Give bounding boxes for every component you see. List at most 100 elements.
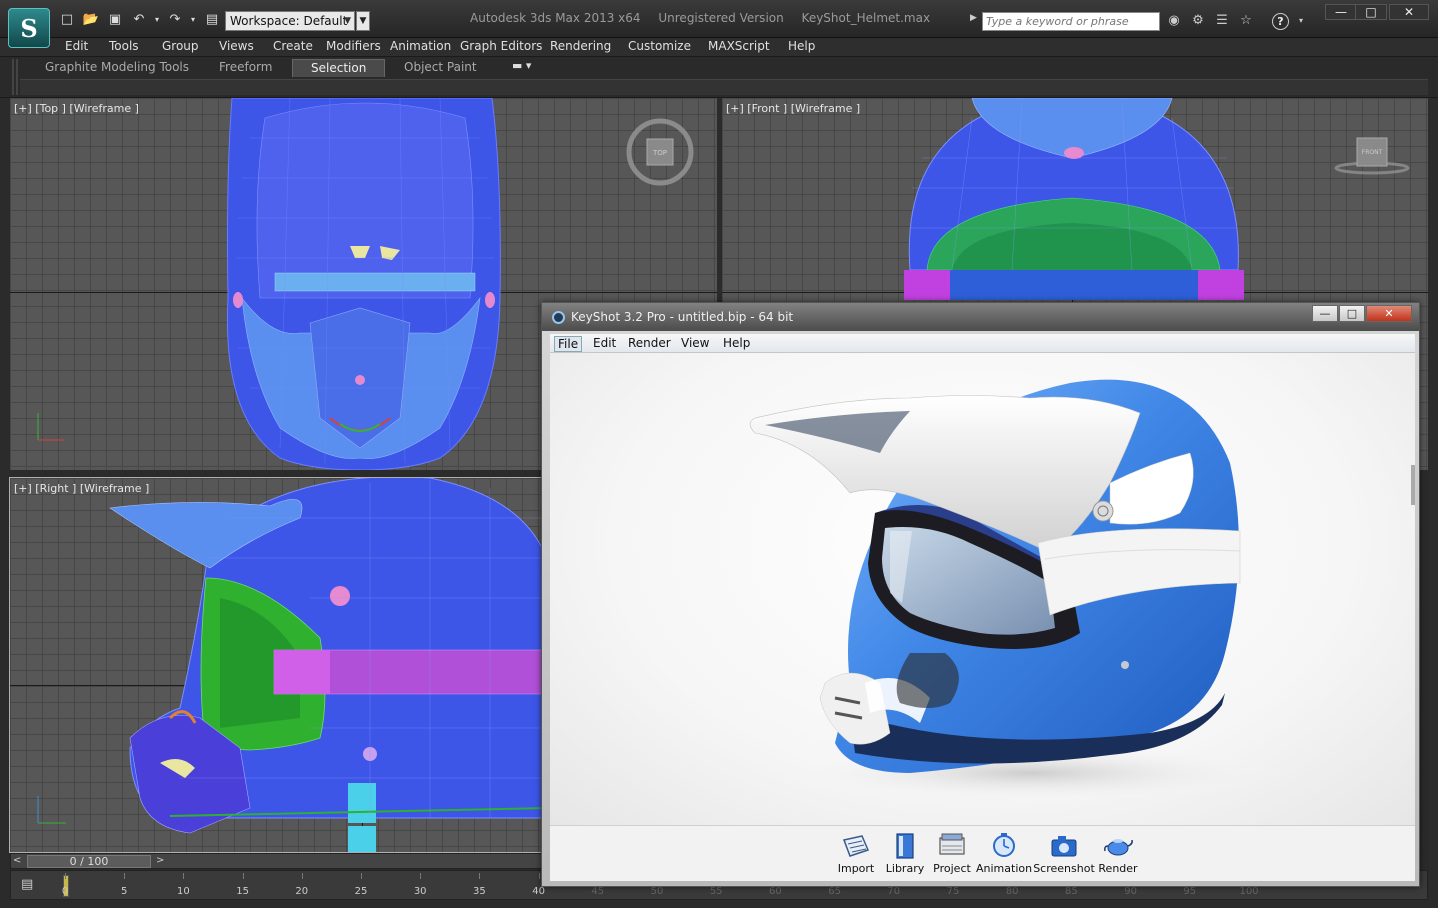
keyshot-menu-render[interactable]: Render bbox=[625, 336, 674, 350]
keyshot-scrollbar[interactable] bbox=[1411, 465, 1415, 505]
track-tick-mark bbox=[420, 873, 422, 879]
keyshot-maximize-button[interactable]: □ bbox=[1339, 305, 1365, 322]
3ds-max-window: S □ 📂 ▣ ↶ ▾ ↷ ▾ ▤ Workspace: Default ▼ ▼… bbox=[0, 0, 1438, 908]
tab-selection[interactable]: Selection bbox=[292, 59, 386, 77]
track-tick-label: 85 bbox=[1065, 886, 1078, 897]
binoculars-icon[interactable]: ◉ bbox=[1165, 12, 1183, 30]
undo-dropdown-icon[interactable]: ▾ bbox=[148, 11, 166, 29]
keyshot-menu-view[interactable]: View bbox=[678, 336, 712, 350]
track-tick-label: 45 bbox=[591, 886, 605, 897]
tab-freeform[interactable]: Freeform bbox=[201, 59, 290, 77]
render-label: Render bbox=[1098, 862, 1138, 875]
communication-center-icon[interactable]: ☰ bbox=[1213, 12, 1231, 30]
viewport-right-label[interactable]: [+] [Right ] [Wireframe ] bbox=[14, 482, 149, 495]
viewcube-top-label: TOP bbox=[652, 149, 667, 157]
keyshot-close-button[interactable]: ✕ bbox=[1366, 305, 1412, 322]
new-icon[interactable]: □ bbox=[58, 11, 76, 29]
redo-icon[interactable]: ↷ bbox=[166, 11, 184, 29]
tab-object-paint[interactable]: Object Paint bbox=[386, 59, 495, 77]
title-app: Autodesk 3ds Max 2013 x64 bbox=[470, 11, 641, 25]
tab-graphite-modeling-tools[interactable]: Graphite Modeling Tools bbox=[27, 59, 207, 77]
help-dropdown-icon[interactable]: ▾ bbox=[1292, 12, 1310, 30]
render-teapot-icon bbox=[1104, 839, 1133, 856]
keyshot-menu-file[interactable]: File bbox=[554, 336, 583, 352]
menu-edit[interactable]: Edit bbox=[65, 38, 88, 54]
next-frame-icon[interactable]: > bbox=[156, 854, 164, 868]
redo-dropdown-icon[interactable]: ▾ bbox=[184, 11, 202, 29]
save-icon[interactable]: ▣ bbox=[106, 11, 124, 29]
track-tick-mark bbox=[301, 873, 303, 879]
menu-animation[interactable]: Animation bbox=[390, 38, 451, 54]
menu-customize[interactable]: Customize bbox=[628, 38, 691, 54]
workspace-menu-button[interactable]: ▼ bbox=[356, 11, 370, 31]
project-button[interactable]: Project bbox=[924, 832, 980, 880]
keyshot-menu-help[interactable]: Help bbox=[720, 336, 753, 350]
open-icon[interactable]: 📂 bbox=[82, 11, 100, 29]
help-icon[interactable]: ? bbox=[1272, 13, 1289, 30]
viewport-right[interactable]: [+] [Right ] [Wireframe ] bbox=[9, 477, 543, 853]
frame-readout: 0 / 100 bbox=[69, 855, 109, 868]
undo-icon[interactable]: ↶ bbox=[130, 11, 148, 29]
track-tick-mark bbox=[538, 873, 540, 879]
keyshot-menu-edit[interactable]: Edit bbox=[590, 336, 619, 350]
menu-help[interactable]: Help bbox=[788, 38, 815, 54]
menu-modifiers[interactable]: Modifiers bbox=[326, 38, 381, 54]
keyshot-title: KeyShot 3.2 Pro - untitled.bip - 64 bit bbox=[571, 310, 794, 324]
close-button[interactable]: ✕ bbox=[1389, 4, 1429, 20]
viewport-top-label[interactable]: [+] [Top ] [Wireframe ] bbox=[14, 102, 139, 115]
animation-button[interactable]: Animation bbox=[976, 832, 1032, 880]
previous-frame-icon[interactable]: < bbox=[13, 854, 21, 868]
screenshot-icon bbox=[1051, 836, 1077, 857]
import-icon bbox=[842, 835, 870, 857]
track-tick-mark bbox=[183, 873, 185, 879]
axis-tripod-icon bbox=[37, 796, 66, 824]
time-slider[interactable]: < 0 / 100 > bbox=[10, 853, 542, 869]
track-tick-label: 10 bbox=[177, 886, 190, 897]
search-expand-icon[interactable]: ▶ bbox=[970, 13, 977, 23]
time-slider-thumb[interactable]: 0 / 100 bbox=[27, 855, 151, 868]
track-tick-label: 70 bbox=[887, 886, 901, 897]
animation-icon bbox=[993, 833, 1015, 857]
track-tick-label: 25 bbox=[354, 886, 368, 897]
keyshot-minimize-button[interactable]: — bbox=[1312, 305, 1338, 322]
track-tick-mark bbox=[242, 873, 244, 879]
helmet-side-wireframe bbox=[37, 478, 542, 852]
menu-tools[interactable]: Tools bbox=[109, 38, 139, 54]
track-tick-label: 40 bbox=[532, 886, 545, 897]
track-tick-label: 60 bbox=[769, 886, 782, 897]
screenshot-button[interactable]: Screenshot bbox=[1032, 832, 1096, 880]
minimize-button[interactable]: — bbox=[1325, 4, 1357, 20]
app-logo-icon[interactable]: S bbox=[8, 8, 50, 48]
menu-group[interactable]: Group bbox=[162, 38, 199, 54]
menu-graph-editors[interactable]: Graph Editors bbox=[460, 38, 542, 54]
track-tick-mark bbox=[361, 873, 362, 879]
subscription-icon[interactable]: ⚙ bbox=[1189, 12, 1207, 30]
animation-label: Animation bbox=[976, 862, 1033, 875]
ribbon-grip[interactable] bbox=[12, 59, 18, 95]
menu-views[interactable]: Views bbox=[219, 38, 254, 54]
viewcube-top[interactable]: TOP bbox=[626, 118, 694, 186]
track-tick-mark bbox=[65, 873, 66, 879]
viewcube-front-label: FRONT bbox=[1362, 149, 1383, 156]
rendered-helmet bbox=[749, 379, 1290, 803]
search-input[interactable] bbox=[982, 12, 1160, 31]
project-folder-icon[interactable]: ▤ bbox=[203, 11, 221, 29]
maximize-button[interactable]: □ bbox=[1355, 4, 1387, 20]
viewport-front-label[interactable]: [+] [Front ] [Wireframe ] bbox=[726, 102, 860, 115]
favorites-star-icon[interactable]: ☆ bbox=[1237, 12, 1255, 30]
ribbon-options-icon[interactable]: ▬ ▾ bbox=[512, 59, 531, 72]
import-button[interactable]: Import bbox=[828, 832, 884, 880]
viewcube-front[interactable]: FRONT bbox=[1334, 137, 1410, 175]
track-tick-label: 100 bbox=[1239, 886, 1259, 897]
track-tick-label: 5 bbox=[121, 886, 128, 897]
render-button[interactable]: Render bbox=[1090, 832, 1146, 880]
menu-create[interactable]: Create bbox=[273, 38, 313, 54]
menu-rendering[interactable]: Rendering bbox=[550, 38, 611, 54]
menu-maxscript[interactable]: MAXScript bbox=[708, 38, 770, 54]
keyshot-realtime-view[interactable] bbox=[550, 353, 1415, 825]
window-title: Autodesk 3ds Max 2013 x64 Unregistered V… bbox=[470, 11, 944, 25]
curve-editor-icon[interactable]: ▤ bbox=[21, 877, 43, 895]
graphite-ribbon: Graphite Modeling Tools Freeform Selecti… bbox=[0, 56, 1438, 98]
project-icon bbox=[939, 833, 965, 855]
workspace-select[interactable]: Workspace: Default ▼ bbox=[225, 11, 355, 31]
